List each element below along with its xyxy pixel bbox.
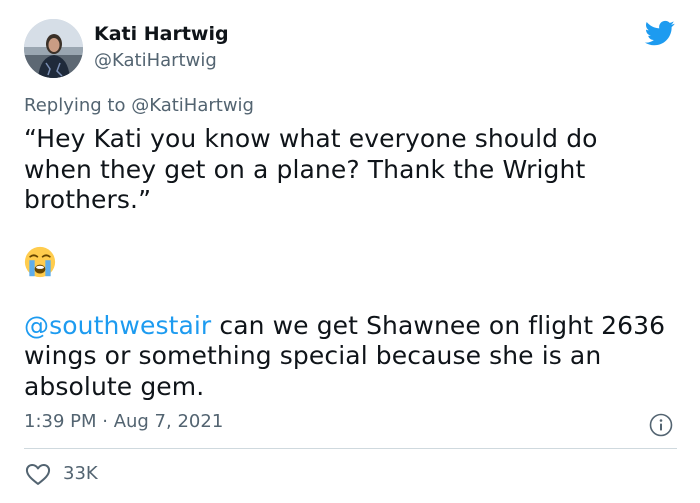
info-icon[interactable]: [649, 413, 673, 437]
loudly-crying-face-icon: [24, 246, 56, 278]
twitter-bird-icon[interactable]: [643, 18, 677, 48]
author-display-name[interactable]: Kati Hartwig: [94, 23, 229, 45]
author-handle[interactable]: @KatiHartwig: [94, 50, 217, 71]
tweet-text-line: when they get on a plane? Thank the Wrig…: [24, 155, 586, 184]
replying-to-prefix: Replying to: [24, 95, 126, 116]
avatar[interactable]: [24, 19, 83, 78]
tweet-text-segment: can we get Shawnee on flight 2636: [211, 311, 666, 340]
divider: [24, 448, 677, 449]
heart-icon[interactable]: [24, 460, 52, 488]
tweet-text-line: brothers.”: [24, 185, 152, 214]
mention-link[interactable]: @southwestair: [24, 311, 211, 340]
replying-to: Replying to @KatiHartwig: [24, 95, 254, 116]
tweet-timestamp[interactable]: 1:39 PM · Aug 7, 2021: [24, 411, 223, 432]
tweet-card: Kati Hartwig @KatiHartwig Replying to @K…: [0, 0, 700, 503]
like-count[interactable]: 33K: [63, 463, 98, 484]
tweet-text-line: @southwestair can we get Shawnee on flig…: [24, 311, 665, 340]
tweet-text-line: absolute gem.: [24, 372, 205, 401]
avatar-image: [24, 19, 83, 78]
replying-to-handle[interactable]: @KatiHartwig: [131, 95, 254, 116]
tweet-text-line: wings or something special because she i…: [24, 341, 602, 370]
tweet-text-line: “Hey Kati you know what everyone should …: [24, 124, 598, 153]
